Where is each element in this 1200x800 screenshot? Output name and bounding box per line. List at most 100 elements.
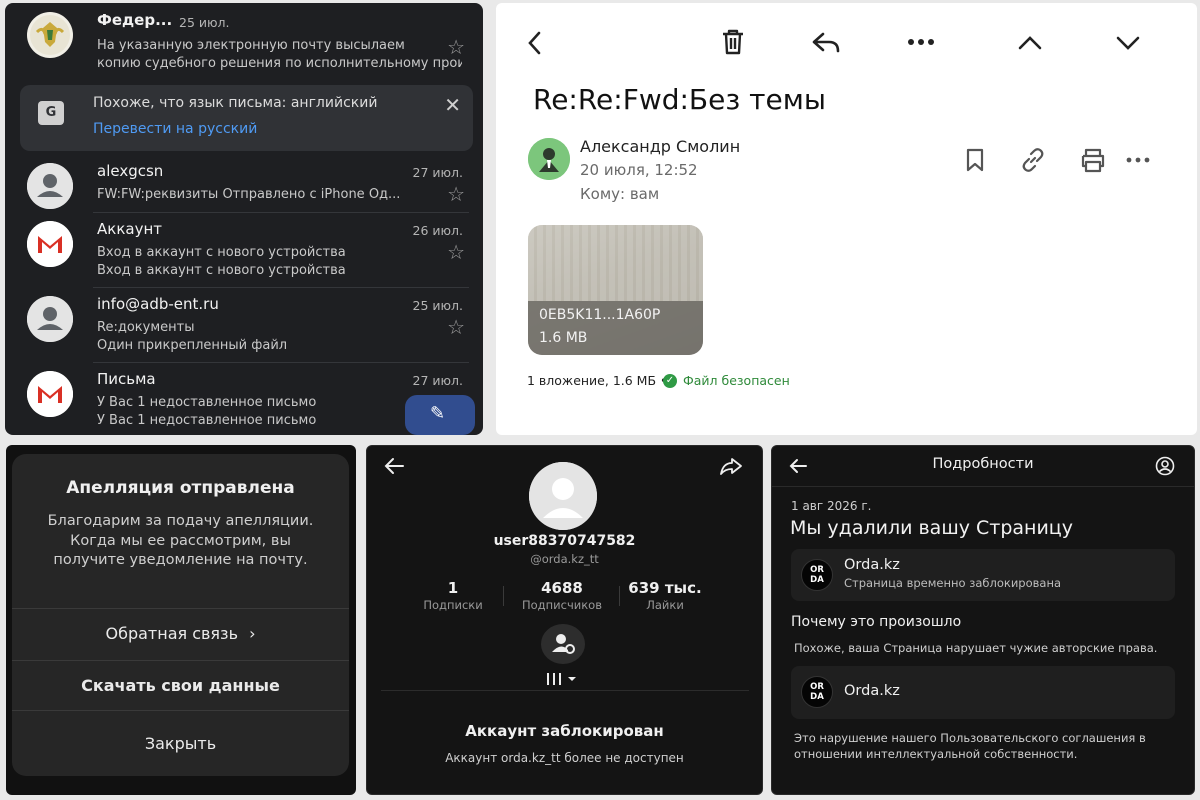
profile-handle: @orda.kz_tt: [530, 552, 599, 566]
divider: [381, 690, 749, 691]
account-blocked-title: Аккаунт заблокирован: [465, 722, 664, 740]
mail-preview-line1: На указанную электронную почту высылаем: [97, 38, 405, 53]
mail-preview-line1: Вход в аккаунт с нового устройства: [97, 245, 346, 260]
feedback-label: Обратная связь: [105, 624, 238, 643]
account-blocked-subtitle: Аккаунт orda.kz_tt более не доступен: [445, 751, 684, 765]
mail-preview-line2: копию судебного решения по исполнительно…: [97, 56, 462, 71]
mail-date: 25 июл.: [179, 15, 230, 30]
chevron-right-icon: ›: [249, 624, 256, 643]
orda-logo-text: OR DA: [810, 565, 824, 585]
divider: [12, 660, 349, 661]
compose-button[interactable]: ✎: [405, 395, 475, 435]
orda-logo: OR DA: [801, 559, 833, 591]
translate-link[interactable]: Перевести на русский: [93, 121, 257, 137]
mail-date: 27 июл.: [412, 165, 464, 180]
account-icon[interactable]: [1155, 456, 1175, 476]
mail-sender: info@adb-ent.ru: [97, 295, 219, 313]
attachment-preview-image: [528, 225, 703, 301]
page-name: Orda.kz: [844, 557, 900, 573]
star-icon[interactable]: ☆: [447, 240, 465, 264]
page-status: Страница временно заблокирована: [844, 576, 1062, 590]
divider: [93, 212, 469, 213]
mail-sender: Письма: [97, 370, 156, 388]
divider: [12, 710, 349, 711]
sender-avatar: [528, 138, 570, 180]
divider: [12, 608, 349, 609]
file-safe-label: Файл безопасен: [683, 373, 790, 388]
mail-preview-line1: Re:документы: [97, 320, 195, 335]
close-button[interactable]: Закрыть: [12, 734, 349, 753]
stat-likes-value: 639 тыс.: [628, 579, 702, 597]
page-title: Подробности: [932, 456, 1034, 472]
reply-icon[interactable]: [811, 30, 841, 56]
appeal-title: Апелляция отправлена: [66, 478, 295, 498]
star-icon[interactable]: ☆: [447, 35, 465, 59]
email-subject: Re:Re:Fwd:Без темы: [533, 83, 826, 116]
stat-following-label: Подписки: [423, 598, 483, 612]
email-detail-panel: Re:Re:Fwd:Без темы Александр Смолин 20 и…: [496, 3, 1197, 435]
back-arrow-icon[interactable]: [526, 30, 544, 56]
pencil-icon: ✎: [430, 403, 446, 424]
sent-date: 20 июля, 12:52: [580, 161, 698, 179]
back-arrow-icon[interactable]: [383, 456, 405, 476]
mail-date: 27 июл.: [412, 373, 464, 388]
mail-preview-line1: FW:FW:реквизиты Отправлено с iPhone Од..…: [97, 187, 401, 202]
more-horizontal-icon[interactable]: [907, 38, 935, 46]
filter-icon[interactable]: [544, 672, 580, 690]
stat-following-value: 1: [447, 579, 459, 597]
profile-panel: user88370747582 @orda.kz_tt 1 Подписки 4…: [366, 445, 763, 795]
page-card[interactable]: OR DA Orda.kz: [791, 666, 1175, 719]
mail-row[interactable]: Аккаунт 26 июл. Вход в аккаунт с нового …: [5, 214, 483, 288]
person-avatar-icon: [27, 296, 73, 342]
divider: [772, 486, 1194, 487]
share-icon[interactable]: [719, 456, 743, 476]
chevron-up-icon[interactable]: [1017, 34, 1043, 52]
user-settings-button[interactable]: [541, 624, 585, 664]
close-icon[interactable]: ✕: [444, 93, 461, 117]
gmail-icon: [27, 371, 73, 417]
translate-banner-text: Похоже, что язык письма: английский: [93, 95, 378, 111]
profile-username: user88370747582: [493, 533, 636, 549]
download-data-button[interactable]: Скачать свои данные: [12, 676, 349, 695]
star-icon[interactable]: ☆: [447, 182, 465, 206]
orda-logo: OR DA: [801, 676, 833, 708]
print-icon[interactable]: [1079, 147, 1107, 173]
mail-row[interactable]: info@adb-ent.ru 25 июл. Re:документы Оди…: [5, 289, 483, 363]
more-horizontal-icon[interactable]: [1126, 156, 1150, 164]
why-title: Почему это произошло: [791, 614, 962, 630]
notice-date: 1 авг 2026 г.: [791, 499, 872, 513]
mail-date: 26 июл.: [412, 223, 464, 238]
appeal-body: Благодарим за подачу апелляции. Когда мы…: [47, 513, 314, 568]
link-icon[interactable]: [1019, 146, 1047, 174]
mail-sender: Аккаунт: [97, 220, 162, 238]
stat-followers-value: 4688: [541, 579, 583, 597]
stat-likes-label: Лайки: [646, 598, 684, 612]
bookmark-icon[interactable]: [964, 147, 986, 173]
translate-banner: G Похоже, что язык письма: английский Пе…: [20, 85, 473, 151]
divider: [93, 287, 469, 288]
recipient-label[interactable]: Кому: вам: [580, 185, 659, 203]
trash-icon[interactable]: [720, 28, 746, 56]
mail-date: 25 июл.: [412, 298, 464, 313]
chevron-down-icon[interactable]: [1115, 34, 1141, 52]
check-circle-icon: ✓: [663, 374, 677, 388]
appeal-panel: Апелляция отправлена Благодарим за подач…: [6, 445, 356, 795]
divider: [503, 586, 504, 606]
attachment-size: 1.6 MB: [539, 330, 588, 346]
star-icon[interactable]: ☆: [447, 315, 465, 339]
feedback-button[interactable]: Обратная связь ›: [12, 624, 349, 643]
appeal-dialog: Апелляция отправлена Благодарим за подач…: [12, 454, 349, 776]
translate-icon: G: [38, 101, 64, 125]
why-text: Похоже, ваша Страница нарушает чужие авт…: [794, 641, 1158, 655]
mail-list-panel: Федер... 25 июл. На указанную электронну…: [5, 3, 483, 435]
mail-sender: alexgcsn: [97, 162, 164, 180]
sender-name: Александр Смолин: [580, 137, 741, 156]
gmail-icon: [27, 221, 73, 267]
mail-row[interactable]: Федер... 25 июл. На указанную электронну…: [5, 5, 483, 79]
fssp-emblem-avatar: [27, 12, 73, 58]
mail-preview-line2: Вход в аккаунт с нового устройства: [97, 263, 346, 278]
attachment-card[interactable]: 0EB5K11...1A60P 1.6 MB: [528, 225, 703, 355]
mail-sender: Федер...: [97, 11, 173, 29]
profile-avatar: [529, 462, 597, 530]
page-card[interactable]: OR DA Orda.kz Страница временно заблокир…: [791, 549, 1175, 601]
